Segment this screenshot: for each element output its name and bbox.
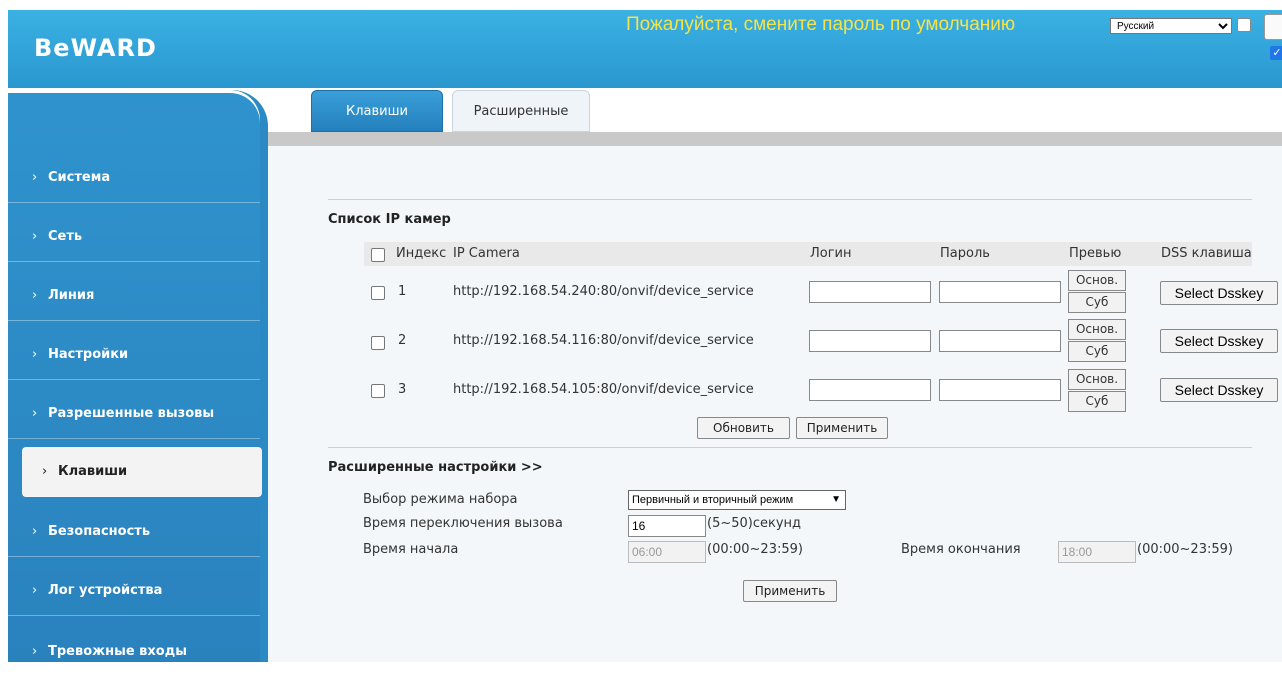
switch-time-hint: (5~50)секунд bbox=[707, 516, 802, 531]
preview-main-button[interactable]: Основ. bbox=[1068, 270, 1126, 291]
advanced-settings-title[interactable]: Расширенные настройки >> bbox=[328, 460, 543, 475]
password-input[interactable] bbox=[939, 330, 1061, 352]
sidebar-panel: › Система › Сеть › Линия › Настройки › Разреш… bbox=[8, 90, 262, 677]
row-checkbox[interactable] bbox=[371, 336, 385, 350]
camera-list-title: Список IP камер bbox=[328, 212, 451, 227]
refresh-button[interactable]: Обновить bbox=[697, 417, 790, 439]
chevron-right-icon: › bbox=[32, 347, 38, 362]
col-preview: Превью bbox=[1069, 246, 1122, 261]
preview-main-button[interactable]: Основ. bbox=[1068, 319, 1126, 340]
header-checkbox[interactable] bbox=[1237, 18, 1251, 32]
start-time-input: 06:00 bbox=[628, 541, 706, 563]
sidebar-item-network[interactable]: › Сеть bbox=[8, 212, 260, 262]
chevron-right-icon: › bbox=[32, 288, 38, 303]
select-dsskey-button[interactable]: Select Dsskey bbox=[1160, 281, 1278, 305]
preview-main-button[interactable]: Основ. bbox=[1068, 369, 1126, 390]
sidebar-item-label: Разрешенные вызовы bbox=[48, 406, 215, 421]
preview-sub-button[interactable]: Суб bbox=[1068, 391, 1126, 412]
sidebar-item-alarm-inputs[interactable]: › Тревожные входы bbox=[8, 627, 260, 677]
col-password: Пароль bbox=[940, 246, 990, 261]
language-select[interactable]: Русский bbox=[1110, 18, 1232, 34]
chevron-right-icon: › bbox=[32, 229, 38, 244]
start-time-label: Время начала bbox=[363, 542, 459, 557]
header-button[interactable] bbox=[1264, 14, 1282, 40]
chevron-right-icon: › bbox=[32, 644, 38, 659]
camera-url: http://192.168.54.116:80/onvif/device_se… bbox=[453, 333, 754, 348]
sidebar-item-label: Тревожные входы bbox=[48, 644, 187, 659]
password-input[interactable] bbox=[939, 281, 1061, 303]
sidebar-item-allowed-calls[interactable]: › Разрешенные вызовы bbox=[8, 389, 260, 439]
chevron-right-icon: › bbox=[32, 170, 38, 185]
tab-keys[interactable]: Клавиши bbox=[311, 90, 443, 132]
camera-url: http://192.168.54.240:80/onvif/device_se… bbox=[453, 284, 754, 299]
row-index: 3 bbox=[398, 382, 407, 397]
sidebar-item-label: Линия bbox=[48, 288, 95, 303]
switch-time-input[interactable]: 16 bbox=[628, 515, 706, 537]
end-time-input: 18:00 bbox=[1058, 541, 1136, 563]
row-checkbox[interactable] bbox=[371, 286, 385, 300]
login-input[interactable] bbox=[809, 330, 931, 352]
select-dsskey-button[interactable]: Select Dsskey bbox=[1160, 378, 1278, 402]
tab-divider bbox=[268, 132, 1282, 146]
chevron-down-icon: ▼ bbox=[831, 494, 841, 505]
tab-advanced[interactable]: Расширенные bbox=[452, 90, 590, 132]
preview-sub-button[interactable]: Суб bbox=[1068, 292, 1126, 313]
chevron-right-icon: › bbox=[32, 583, 38, 598]
sidebar-item-device-log[interactable]: › Лог устройства bbox=[8, 566, 260, 616]
end-time-label: Время окончания bbox=[901, 542, 1021, 557]
apply-advanced-button[interactable]: Применить bbox=[743, 580, 837, 602]
end-time-hint: (00:00~23:59) bbox=[1137, 542, 1233, 557]
col-ip-camera: IP Camera bbox=[453, 246, 520, 261]
password-input[interactable] bbox=[939, 379, 1061, 401]
sidebar: › Система › Сеть › Линия › Настройки › Разреш… bbox=[8, 90, 268, 677]
select-all-checkbox[interactable] bbox=[371, 248, 385, 262]
header-bar: BeWARD Пожалуйста, смените пароль по умо… bbox=[8, 10, 1282, 88]
sidebar-item-line[interactable]: › Линия bbox=[8, 271, 260, 321]
sidebar-item-label: Сеть bbox=[48, 229, 83, 244]
preview-sub-button[interactable]: Суб bbox=[1068, 341, 1126, 362]
sidebar-item-security[interactable]: › Безопасность bbox=[8, 507, 260, 557]
sidebar-item-settings[interactable]: › Настройки bbox=[8, 330, 260, 380]
login-input[interactable] bbox=[809, 379, 931, 401]
sidebar-item-system[interactable]: › Система bbox=[8, 153, 260, 203]
switch-time-label: Время переключения вызова bbox=[363, 516, 563, 531]
default-password-warning: Пожалуйста, смените пароль по умолчанию bbox=[626, 14, 1016, 35]
col-dss-key: DSS клавиша bbox=[1161, 246, 1252, 261]
sidebar-item-label: Лог устройства bbox=[48, 583, 163, 598]
dial-mode-label: Выбор режима набора bbox=[363, 492, 518, 507]
col-index: Индекс bbox=[396, 246, 447, 261]
sidebar-item-label: Безопасность bbox=[48, 524, 151, 539]
sidebar-item-label: Система bbox=[48, 170, 111, 185]
header-checkbox-checked[interactable]: ✓ bbox=[1270, 46, 1282, 60]
divider bbox=[328, 199, 1252, 200]
row-index: 1 bbox=[398, 284, 407, 299]
chevron-right-icon: › bbox=[32, 524, 38, 539]
sidebar-item-keys[interactable]: › Клавиши bbox=[22, 447, 262, 497]
dial-mode-value: Первичный и вторичный режим bbox=[632, 494, 794, 506]
select-dsskey-button[interactable]: Select Dsskey bbox=[1160, 329, 1278, 353]
sidebar-item-label: Клавиши bbox=[58, 464, 128, 479]
apply-cameras-button[interactable]: Применить bbox=[796, 417, 888, 439]
camera-url: http://192.168.54.105:80/onvif/device_se… bbox=[453, 382, 754, 397]
sidebar-item-label: Настройки bbox=[48, 347, 129, 362]
chevron-right-icon: › bbox=[42, 464, 48, 479]
row-checkbox[interactable] bbox=[371, 384, 385, 398]
dial-mode-select[interactable]: Первичный и вторичный режим ▼ bbox=[628, 490, 846, 510]
login-input[interactable] bbox=[809, 281, 931, 303]
beward-logo: BeWARD bbox=[34, 34, 157, 62]
col-login: Логин bbox=[810, 246, 852, 261]
start-time-hint: (00:00~23:59) bbox=[707, 542, 803, 557]
divider bbox=[328, 447, 1252, 448]
row-index: 2 bbox=[398, 333, 407, 348]
chevron-right-icon: › bbox=[32, 406, 38, 421]
